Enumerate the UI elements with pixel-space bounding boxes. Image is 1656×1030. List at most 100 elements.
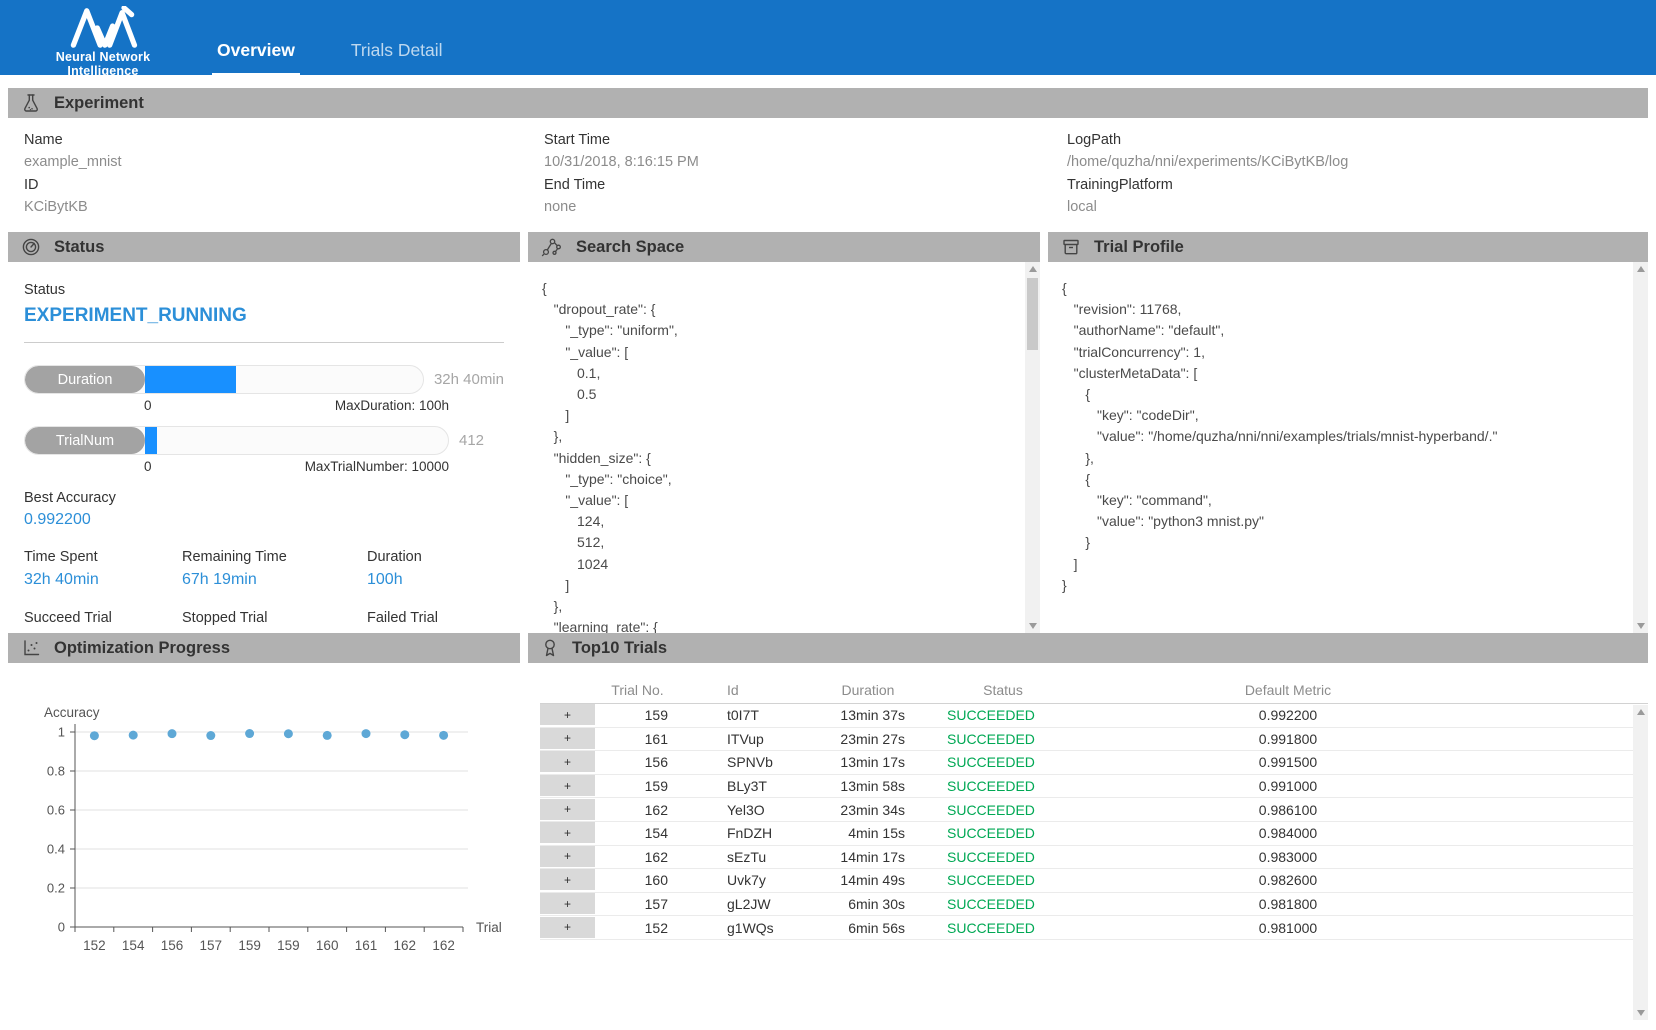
svg-text:154: 154 [122,938,145,953]
stat-duration: Duration 100h [367,549,504,589]
cell-status: SUCCEEDED [918,778,1088,794]
duration-progress: Duration 32h 40min 0 MaxDuration: 100h [24,365,504,413]
progress-track: Duration [24,365,424,394]
svg-text:160: 160 [316,938,339,953]
experiment-status-value: EXPERIMENT_RUNNING [24,305,504,327]
tab-overview[interactable]: Overview [212,40,300,75]
cell-status: SUCCEEDED [918,825,1088,841]
trial-profile-scrollbar[interactable] [1633,262,1648,633]
field-value: local [1067,199,1648,215]
cell-duration: 6min 30s [818,896,918,912]
main-tabs: Overview Trials Detail [212,0,448,75]
section-title-status: Status [54,238,104,257]
trial-profile-section-header: Trial Profile [1048,232,1648,262]
scroll-up-arrow-icon[interactable] [1637,709,1645,715]
expand-row-button[interactable]: + [540,751,595,773]
svg-text:159: 159 [238,938,261,953]
expand-row-button[interactable]: + [540,846,595,868]
optimization-progress-panel: Optimization Progress 00.20.40.60.811521… [8,633,520,1030]
table-row: + 152 g1WQs 6min 56s SUCCEEDED 0.981000 [540,916,1648,940]
svg-text:159: 159 [277,938,300,953]
field-label: Start Time [544,132,1067,148]
cell-duration: 6min 56s [818,920,918,936]
table-row: + 157 gL2JW 6min 30s SUCCEEDED 0.981800 [540,893,1648,917]
column-header-default-metric: Default Metric [1088,682,1488,698]
cell-duration: 14min 17s [818,849,918,865]
cell-status: SUCCEEDED [918,754,1088,770]
progress-min: 0 [144,459,152,474]
svg-text:Trial: Trial [476,920,502,935]
status-stats: Time Spent 32h 40min Remaining Time 67h … [24,549,504,633]
status-section-header: Status [8,232,520,262]
expand-row-button[interactable]: + [540,917,595,939]
field-label: End Time [544,177,1067,193]
progress-max: MaxDuration: 100h [335,398,449,413]
expand-row-button[interactable]: + [540,893,595,915]
cell-duration: 13min 58s [818,778,918,794]
trial-profile-panel: Trial Profile { "revision": 11768, "auth… [1048,232,1648,633]
svg-text:0.8: 0.8 [47,764,65,779]
scroll-down-arrow-icon[interactable] [1637,623,1645,629]
table-row: + 161 ITVup 23min 27s SUCCEEDED 0.991800 [540,728,1648,752]
expand-row-button[interactable]: + [540,799,595,821]
field-value: /home/quzha/nni/experiments/KCiBytKB/log [1067,154,1648,170]
scroll-up-arrow-icon[interactable] [1637,266,1645,272]
svg-text:Accuracy: Accuracy [44,705,100,720]
column-header-id: Id [680,682,818,698]
scroll-down-arrow-icon[interactable] [1029,623,1037,629]
scroll-up-arrow-icon[interactable] [1029,266,1037,272]
cell-trial-no: 159 [595,778,680,794]
cell-status: SUCCEEDED [918,849,1088,865]
svg-text:152: 152 [83,938,106,953]
divider [24,342,504,343]
section-title-optimization: Optimization Progress [54,639,230,658]
cell-id: SPNVb [680,754,818,770]
cell-trial-no: 157 [595,896,680,912]
scroll-down-arrow-icon[interactable] [1637,1010,1645,1016]
cell-id: Uvk7y [680,872,818,888]
section-title-top10: Top10 Trials [572,639,667,658]
trials-table: Trial No. Id Duration Status Default Met… [528,663,1648,940]
search-space-json: { "dropout_rate": { "_type": "uniform", … [528,262,1025,633]
cell-default-metric: 0.983000 [1088,849,1488,865]
cell-duration: 14min 49s [818,872,918,888]
expand-row-button[interactable]: + [540,728,595,750]
progress-name: TrialNum [25,427,145,454]
svg-text:0.6: 0.6 [47,803,65,818]
section-title-trial-profile: Trial Profile [1094,238,1184,257]
trials-table-scrollbar[interactable] [1633,705,1648,1020]
cell-trial-no: 161 [595,731,680,747]
field-label: Name [24,132,544,148]
field-label: ID [24,177,544,193]
progress-value: 412 [459,432,484,449]
search-space-panel: Search Space { "dropout_rate": { "_type"… [528,232,1040,633]
stat-failed-trial: Failed Trial 9 [367,610,504,633]
scroll-thumb[interactable] [1027,278,1038,350]
svg-text:162: 162 [432,938,455,953]
field-value: example_mnist [24,154,544,170]
table-row: + 156 SPNVb 13min 17s SUCCEEDED 0.991500 [540,751,1648,775]
progress-fill [145,427,157,454]
cell-default-metric: 0.992200 [1088,707,1488,723]
accuracy-scatter-chart: 00.20.40.60.8115215415615715915916016116… [8,663,520,980]
trials-table-header: Trial No. Id Duration Status Default Met… [540,677,1648,704]
cell-trial-no: 156 [595,754,680,770]
expand-row-button[interactable]: + [540,775,595,797]
expand-row-button[interactable]: + [540,704,595,726]
cell-default-metric: 0.991800 [1088,731,1488,747]
column-header-duration: Duration [818,682,918,698]
status-label: Status [24,282,504,298]
search-space-scrollbar[interactable] [1025,262,1040,633]
experiment-section-header: Experiment [8,88,1648,118]
cell-default-metric: 0.982600 [1088,872,1488,888]
cell-default-metric: 0.991500 [1088,754,1488,770]
cell-id: g1WQs [680,920,818,936]
field-value: KCiBytKB [24,199,544,215]
tab-trials-detail[interactable]: Trials Detail [346,40,448,75]
section-title-experiment: Experiment [54,94,144,113]
expand-row-button[interactable]: + [540,869,595,891]
table-row: + 162 Yel3O 23min 34s SUCCEEDED 0.986100 [540,798,1648,822]
brand-name: Neural Network Intelligence [24,50,182,78]
scatter-chart-icon [21,638,41,658]
expand-row-button[interactable]: + [540,822,595,844]
